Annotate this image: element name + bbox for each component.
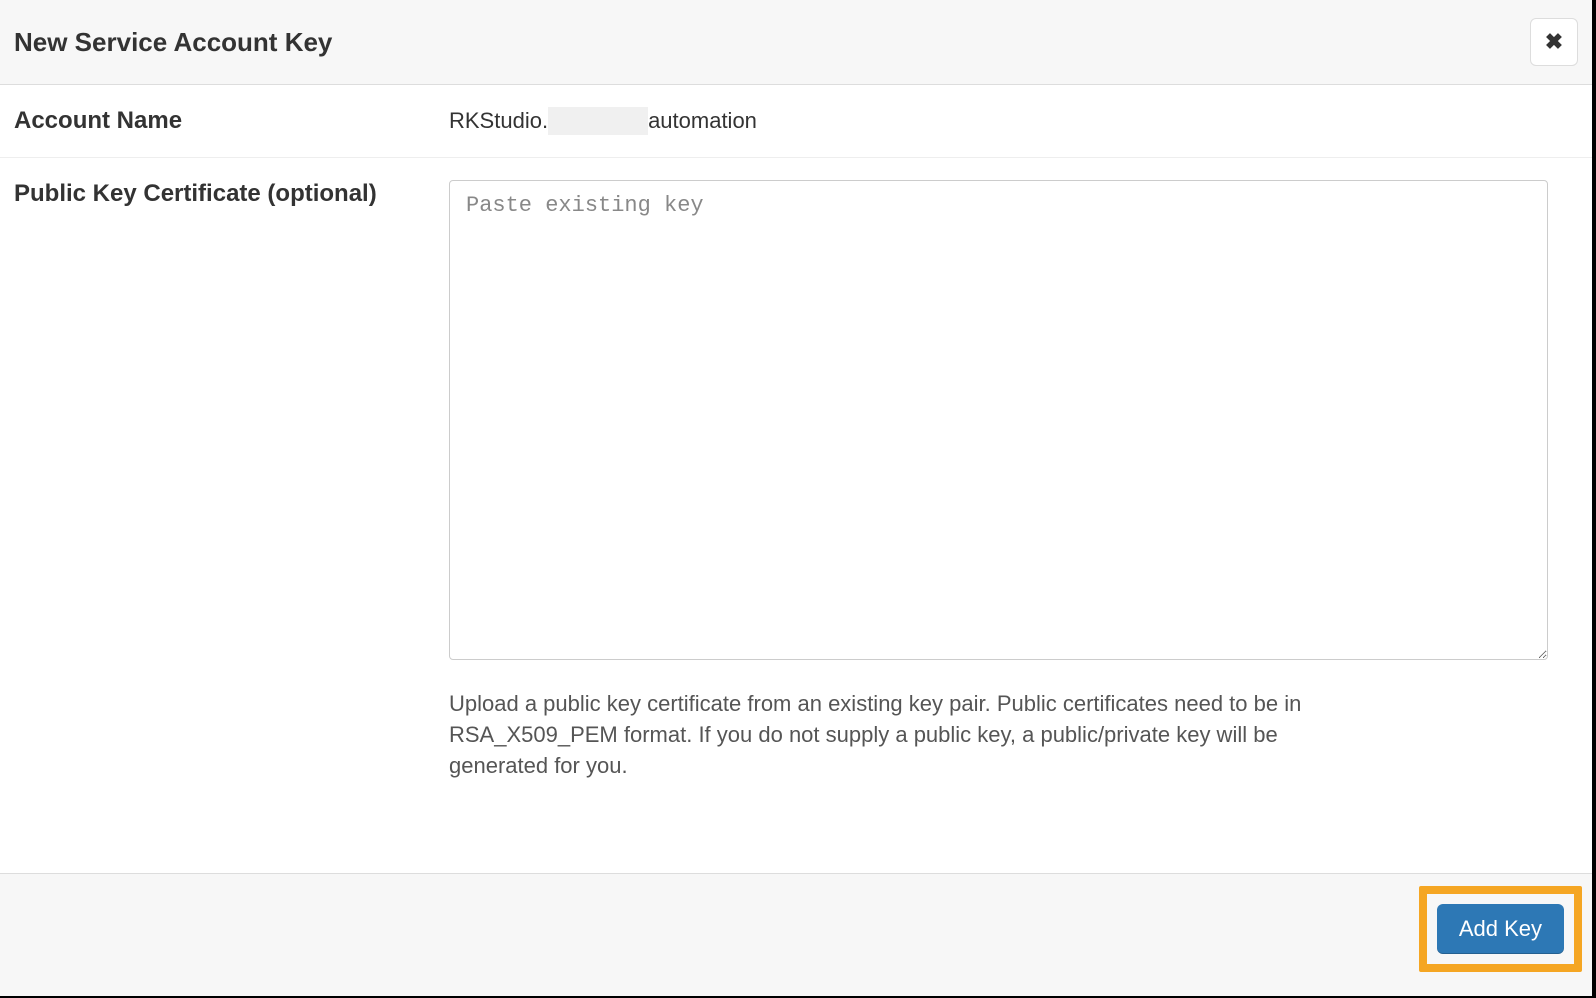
public-key-label: Public Key Certificate (optional) <box>14 180 449 781</box>
public-key-field-wrap: Upload a public key certificate from an … <box>449 180 1578 781</box>
modal-header: New Service Account Key ✖ <box>0 0 1592 85</box>
account-name-row: Account Name RKStudio. automation <box>0 85 1592 158</box>
modal-footer: Add Key <box>0 873 1592 996</box>
account-name-suffix: automation <box>648 108 757 134</box>
account-name-redacted <box>548 107 648 135</box>
public-key-help-text: Upload a public key certificate from an … <box>449 689 1339 781</box>
close-icon: ✖ <box>1545 29 1563 55</box>
public-key-textarea[interactable] <box>449 180 1548 660</box>
public-key-row: Public Key Certificate (optional) Upload… <box>0 158 1592 803</box>
close-button[interactable]: ✖ <box>1530 18 1578 66</box>
add-key-button[interactable]: Add Key <box>1437 904 1564 954</box>
modal-title: New Service Account Key <box>14 27 332 58</box>
account-name-value: RKStudio. automation <box>449 107 1578 135</box>
add-key-highlight: Add Key <box>1419 886 1582 972</box>
account-name-prefix: RKStudio. <box>449 108 548 134</box>
account-name-label: Account Name <box>14 107 449 135</box>
